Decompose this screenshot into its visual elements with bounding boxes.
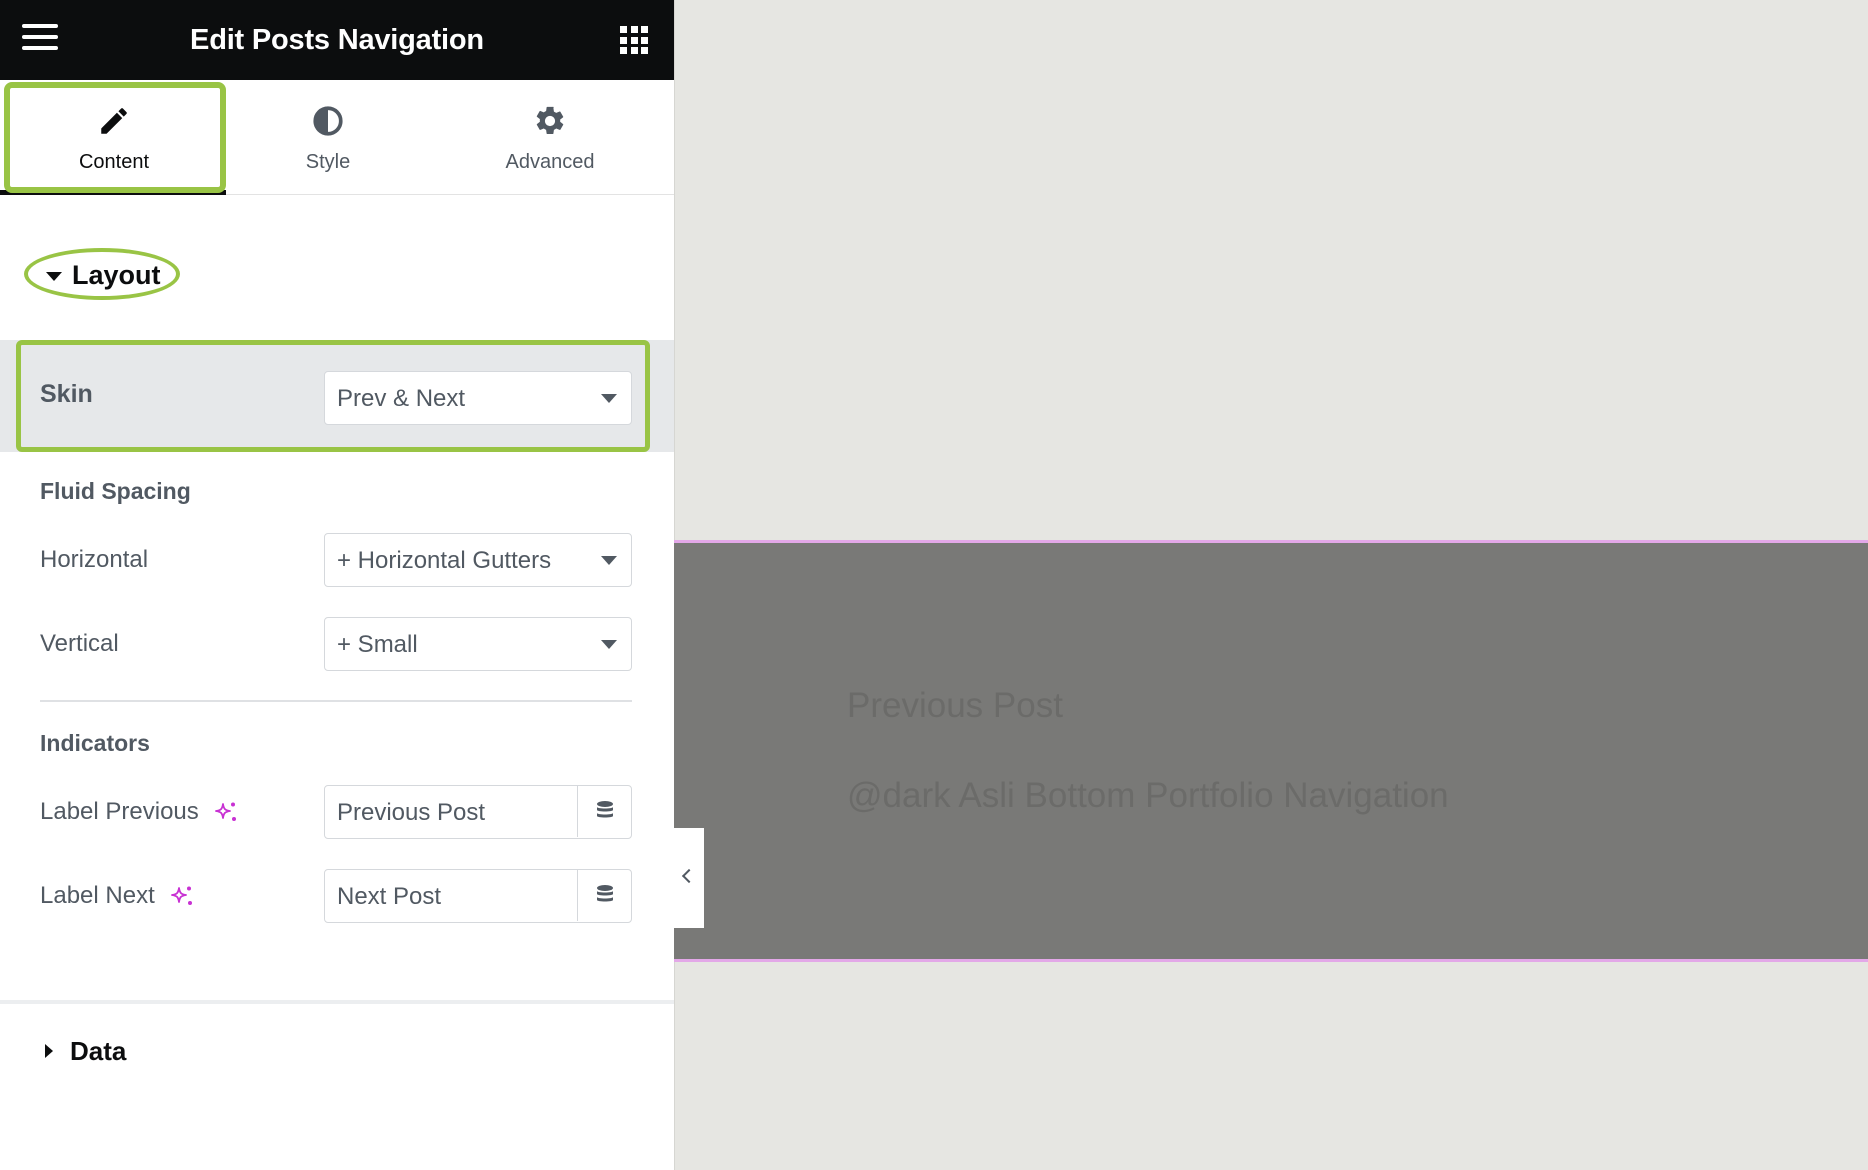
tab-advanced[interactable]: Advanced: [460, 80, 640, 195]
active-tab-indicator: [0, 190, 226, 195]
half-circle-icon: [313, 106, 343, 136]
vertical-spacing-select[interactable]: + Small: [324, 617, 632, 671]
tab-content[interactable]: Content: [4, 80, 224, 195]
grid-icon[interactable]: [620, 26, 648, 54]
horizontal-label: Horizontal: [40, 546, 149, 573]
chevron-left-icon: [681, 868, 697, 884]
tab-content-label: Content: [78, 151, 150, 173]
pencil-icon: [101, 108, 127, 134]
skin-select[interactable]: Prev & Next: [324, 371, 632, 425]
caret-right-icon: [45, 1044, 53, 1058]
posts-navigation-widget[interactable]: [674, 540, 1868, 962]
label-next-label: Label Next: [40, 882, 195, 910]
label-next-value[interactable]: Next Post: [337, 883, 441, 911]
navigation-subtitle: @dark Asli Bottom Portfolio Navigation: [847, 776, 1449, 815]
label-previous-field[interactable]: Previous Post: [324, 785, 632, 839]
layout-section-toggle[interactable]: Layout: [24, 248, 180, 300]
label-next-text: Label Next: [40, 882, 155, 909]
ai-sparkle-icon[interactable]: [213, 800, 239, 826]
label-previous-value[interactable]: Previous Post: [337, 799, 485, 827]
tab-style-label: Style: [305, 151, 351, 173]
label-previous-text: Label Previous: [40, 798, 199, 825]
panel-header: Edit Posts Navigation: [0, 0, 674, 80]
data-section-title: Data: [70, 1036, 127, 1066]
collapse-panel-button[interactable]: [674, 828, 704, 928]
ai-sparkle-icon[interactable]: [169, 884, 195, 910]
caret-down-icon: [46, 272, 62, 281]
tab-style[interactable]: Style: [238, 80, 418, 195]
tab-advanced-label: Advanced: [505, 151, 595, 173]
vertical-label: Vertical: [40, 630, 119, 657]
panel-tabs: Content Style Advanced: [0, 80, 674, 195]
skin-label: Skin: [40, 380, 93, 408]
section-separator: [0, 1000, 674, 1004]
chevron-down-icon: [601, 394, 617, 403]
fluid-spacing-heading: Fluid Spacing: [40, 478, 191, 504]
indicators-heading: Indicators: [40, 730, 150, 756]
dynamic-tags-button[interactable]: [577, 870, 631, 921]
chevron-down-icon: [601, 556, 617, 565]
label-previous-label: Label Previous: [40, 798, 239, 826]
previous-post-link[interactable]: Previous Post: [847, 686, 1063, 726]
database-icon: [597, 885, 613, 902]
chevron-down-icon: [601, 640, 617, 649]
dynamic-tags-button[interactable]: [577, 786, 631, 837]
label-next-field[interactable]: Next Post: [324, 869, 632, 923]
database-icon: [597, 801, 613, 818]
layout-section-title: Layout: [72, 260, 161, 290]
horizontal-spacing-select[interactable]: + Horizontal Gutters: [324, 533, 632, 587]
horizontal-select-value: + Horizontal Gutters: [337, 547, 552, 574]
editor-panel: Edit Posts Navigation Content Style Adva…: [0, 0, 674, 1170]
section-divider: [40, 700, 632, 702]
gear-icon: [536, 106, 564, 135]
vertical-select-value: + Small: [337, 631, 418, 658]
skin-select-value: Prev & Next: [337, 385, 466, 412]
panel-title: Edit Posts Navigation: [190, 24, 484, 56]
